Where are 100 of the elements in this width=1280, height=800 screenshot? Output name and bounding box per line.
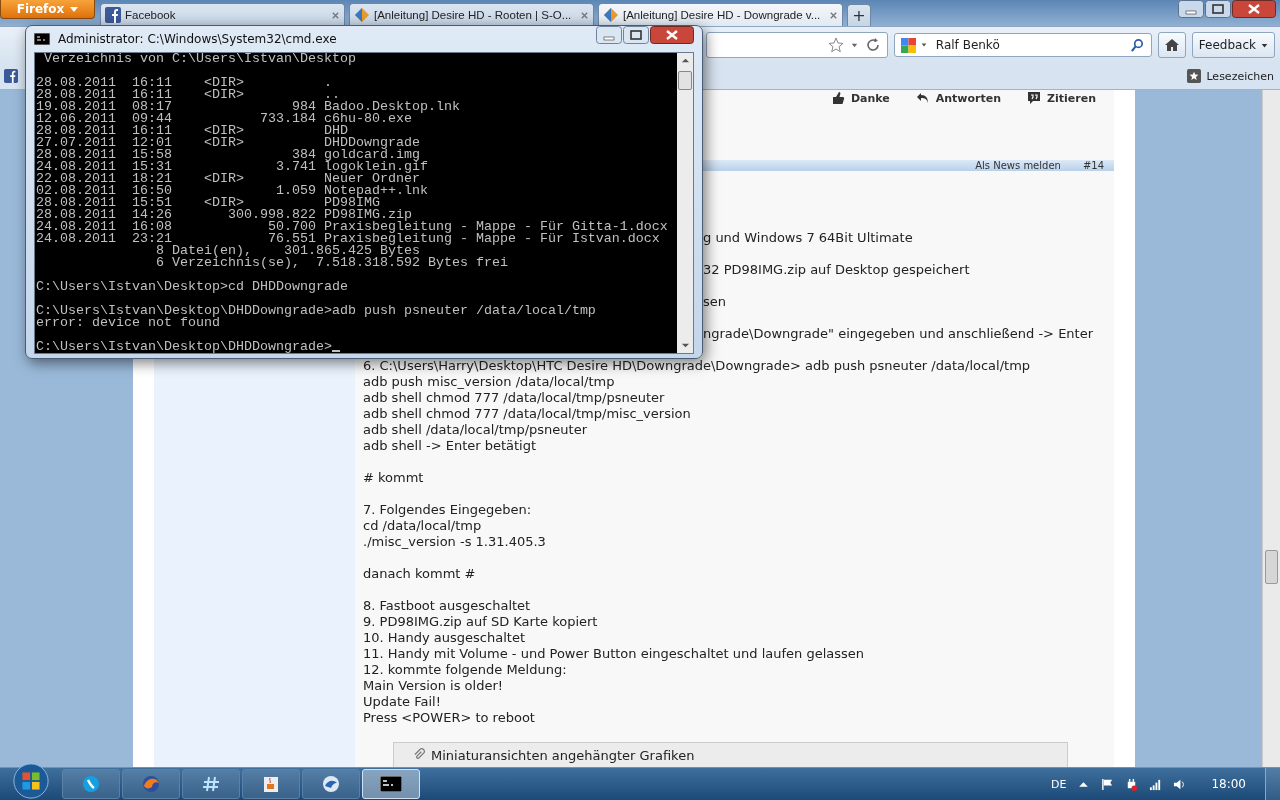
post-text-line: 9. PD98IMG.zip auf SD Karte kopiert — [363, 614, 599, 630]
post-text-line: Update Fail! — [363, 694, 442, 710]
console-text-line: 8 Datei(en), 301.865.425 Bytes — [154, 245, 420, 257]
console-text-line: 24.08.2011 23:21 76.551 Praxisbegleitung - Mappe - Für Istvan.docx — [36, 233, 660, 245]
bookmarks-button[interactable]: Lesezeichen — [1187, 69, 1274, 83]
minimize-icon[interactable] — [596, 26, 622, 44]
restore-icon[interactable] — [1205, 0, 1231, 18]
address-field[interactable] — [706, 32, 888, 58]
console-text-line: 28.08.2011 15:51 <DIR> PD98IMG — [36, 197, 380, 209]
post-text-line: 6. C:\Users\Harry\Desktop\HTC Desire HD\Downgrade\Downgrade> adb push psneuter /data/local/tmp — [363, 358, 1032, 374]
home-button[interactable] — [1157, 32, 1186, 58]
phone-app-icon — [81, 774, 101, 794]
start-button[interactable] — [12, 762, 50, 800]
scrollbar[interactable] — [677, 53, 693, 353]
console-text-line: 24.08.2011 15:31 3.741 logoklein.gif — [36, 161, 428, 173]
square-logo-icon — [105, 7, 121, 23]
diamond-icon — [354, 7, 370, 23]
browser-tab[interactable]: [Anleitung] Desire HD - Rooten | S-O... — [349, 3, 594, 26]
console-text-line: 28.08.2011 16:11 <DIR> DHD — [36, 125, 348, 137]
post-text-line: adb shell -> Enter betätigt — [363, 438, 538, 454]
post-text-line: adb shell chmod 777 /data/local/tmp/misc_version — [363, 406, 692, 422]
window-title: Administrator: C:\Windows\System32\cmd.exe — [58, 32, 337, 46]
home-icon — [1163, 37, 1180, 53]
console-text-line: C:\Users\Istvan\Desktop>cd DHDDowngrade — [36, 281, 348, 293]
reload-icon[interactable] — [864, 37, 881, 53]
cup-app-icon — [261, 774, 281, 794]
minimize-icon[interactable] — [1178, 0, 1204, 18]
console-text-line: error: device not found — [36, 317, 220, 329]
console-text-line: 6 Verzeichnis(se), 7.518.318.592 Bytes frei — [154, 257, 508, 269]
console-text-line: Verzeichnis von C:\Users\Istvan\Desktop — [43, 53, 356, 65]
post-text-line: adb shell /data/local/tmp/psneuter — [363, 422, 588, 438]
console-text-line: 28.08.2011 16:11 <DIR> . — [36, 77, 332, 89]
console-text-line: 27.07.2011 12:01 <DIR> DHDDowngrade — [36, 137, 420, 149]
post-text-line: # kommt — [363, 470, 425, 486]
show-desktop-button[interactable] — [1265, 768, 1280, 800]
console-text-line: 28.08.2011 16:11 <DIR> .. — [36, 89, 340, 101]
scroll-thumb[interactable] — [678, 71, 692, 90]
post-text-line: 11. Handy mit Volume - und Power Button eingeschaltet und laufen gelassen — [363, 646, 866, 662]
caret-icon — [1261, 41, 1268, 49]
clock[interactable]: 18:00 — [1211, 777, 1246, 791]
post-number-link[interactable]: #14 — [1082, 160, 1104, 171]
power-plug-icon[interactable] — [1125, 777, 1139, 791]
diamond-icon — [603, 7, 619, 23]
post-text-line: danach kommt # — [363, 566, 477, 582]
colored-square-icon — [900, 37, 916, 53]
post-text-line: 8. Fastboot ausgeschaltet — [363, 598, 532, 614]
star-icon — [1187, 69, 1202, 83]
console-text-line: 12.06.2011 09:44 733.184 c6hu-80.exe — [36, 113, 412, 125]
bird-app-icon — [321, 774, 341, 794]
post-action-link[interactable]: Danke — [830, 91, 890, 105]
text-cursor — [331, 350, 340, 352]
post-action-link[interactable]: Zitieren — [1027, 91, 1096, 105]
console-text-line: C:\Users\Istvan\Desktop\DHDDowngrade> — [36, 341, 332, 353]
attachments-title: Miniaturansichten angehängter Grafiken — [431, 748, 695, 763]
post-action-link[interactable]: Antworten — [915, 91, 1002, 105]
thumbs-up-icon — [830, 91, 845, 105]
signal-bars-icon[interactable] — [1149, 777, 1163, 791]
close-icon[interactable] — [650, 26, 694, 44]
feedback-button[interactable]: Feedback — [1191, 32, 1275, 58]
console-text-line: 24.08.2011 16:08 50.700 Praxisbegleitung - Mappe - Für Gitta-1.docx — [36, 221, 668, 233]
console-icon — [34, 33, 50, 45]
console-text-line: C:\Users\Istvan\Desktop\DHDDowngrade>adb push psneuter /data/local/tmp — [36, 305, 596, 317]
maximize-icon[interactable] — [623, 26, 649, 44]
post-text-line: ./misc_version -s 1.31.405.3 — [363, 534, 547, 550]
console-app-icon — [380, 776, 402, 792]
post-text-line: adb shell chmod 777 /data/local/tmp/psneuter — [363, 390, 666, 406]
browser-tab[interactable]: [Anleitung] Desire HD - Downgrade v... — [598, 3, 843, 26]
post-text-line: ngrade\Downgrade" eingegeben und anschließend -> Enter — [703, 326, 1095, 342]
post-text-line: 32 PD98IMG.zip auf Desktop gespeichert — [703, 262, 971, 278]
new-tab-button[interactable]: + — [847, 4, 871, 26]
flag-icon[interactable] — [1101, 777, 1115, 791]
console-text-line: 19.08.2011 08:17 984 Badoo.Desktop.lnk — [36, 101, 460, 113]
post-text-line: g und Windows 7 64Bit Ultimate — [703, 230, 914, 246]
post-text-line: Press <POWER> to reboot — [363, 710, 536, 726]
scroll-up-icon[interactable] — [680, 56, 690, 65]
console-text-line: 28.08.2011 15:58 384 goldcard.img — [36, 149, 420, 161]
post-text-line: 10. Handy ausgeschaltet — [363, 630, 527, 646]
post-text-line: 12. kommte folgende Meldung: — [363, 662, 568, 678]
post-text-line: Main Version is older! — [363, 678, 504, 694]
post-text-line: cd /data/local/tmp — [363, 518, 483, 534]
reply-arrow-icon — [915, 91, 930, 105]
post-text-line: adb push misc_version /data/local/tmp — [363, 374, 616, 390]
search-icon[interactable] — [1129, 37, 1145, 53]
report-link[interactable]: Als News melden — [975, 160, 1061, 171]
scrollbar[interactable] — [1262, 90, 1280, 767]
close-icon[interactable] — [1232, 0, 1276, 18]
square-logo-icon[interactable] — [4, 69, 18, 83]
post-text-line: 7. Folgendes Eingegeben: — [363, 502, 533, 518]
scroll-down-icon[interactable] — [680, 341, 690, 350]
hash-icon — [201, 774, 221, 794]
console-text-line: 28.08.2011 14:26 300.998.822 PD98IMG.zip — [36, 209, 412, 221]
browser-tab[interactable]: Facebook — [100, 3, 345, 26]
language-indicator[interactable]: DE — [1051, 777, 1067, 791]
post-text-line: sen — [703, 294, 727, 310]
dropdown-caret-icon[interactable] — [919, 41, 928, 49]
paperclip-icon — [414, 748, 425, 761]
star-icon[interactable] — [827, 37, 844, 53]
search-field[interactable]: Ralf Benkö — [893, 33, 1152, 57]
console-text-line: 22.08.2011 18:21 <DIR> Neuer Ordner — [36, 173, 420, 185]
globe-app-icon — [141, 774, 161, 794]
